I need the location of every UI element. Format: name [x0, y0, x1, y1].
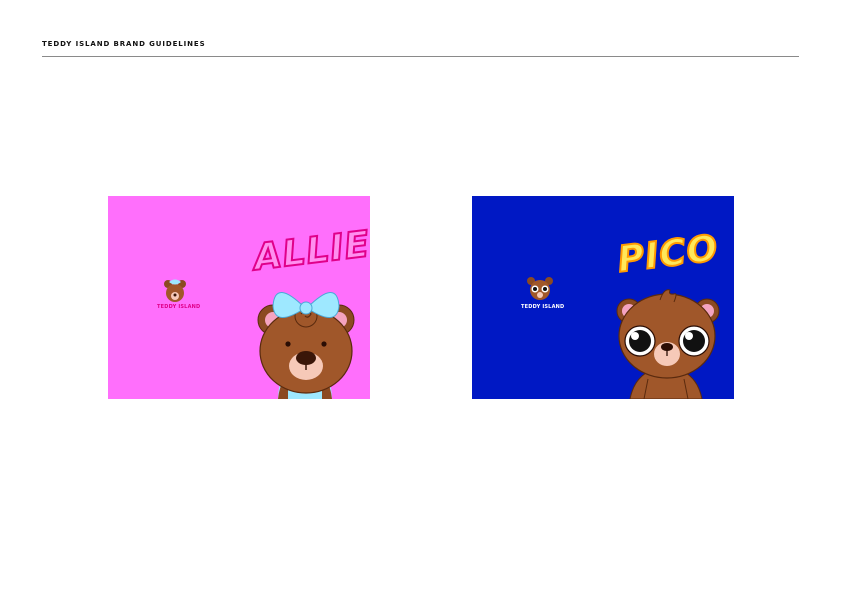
allie-illustration [108, 196, 370, 399]
page-header-title: TEDDY ISLAND BRAND GUIDELINES [42, 40, 206, 48]
allie-card: TEDDY ISLAND ALLIE [108, 196, 370, 399]
pico-illustration [472, 196, 734, 399]
allie-brand-label: TEDDY ISLAND [157, 304, 201, 310]
pico-brand-label: TEDDY ISLAND [521, 304, 565, 310]
pico-card: TEDDY ISLAND PICO [472, 196, 734, 399]
header-divider [42, 56, 799, 57]
